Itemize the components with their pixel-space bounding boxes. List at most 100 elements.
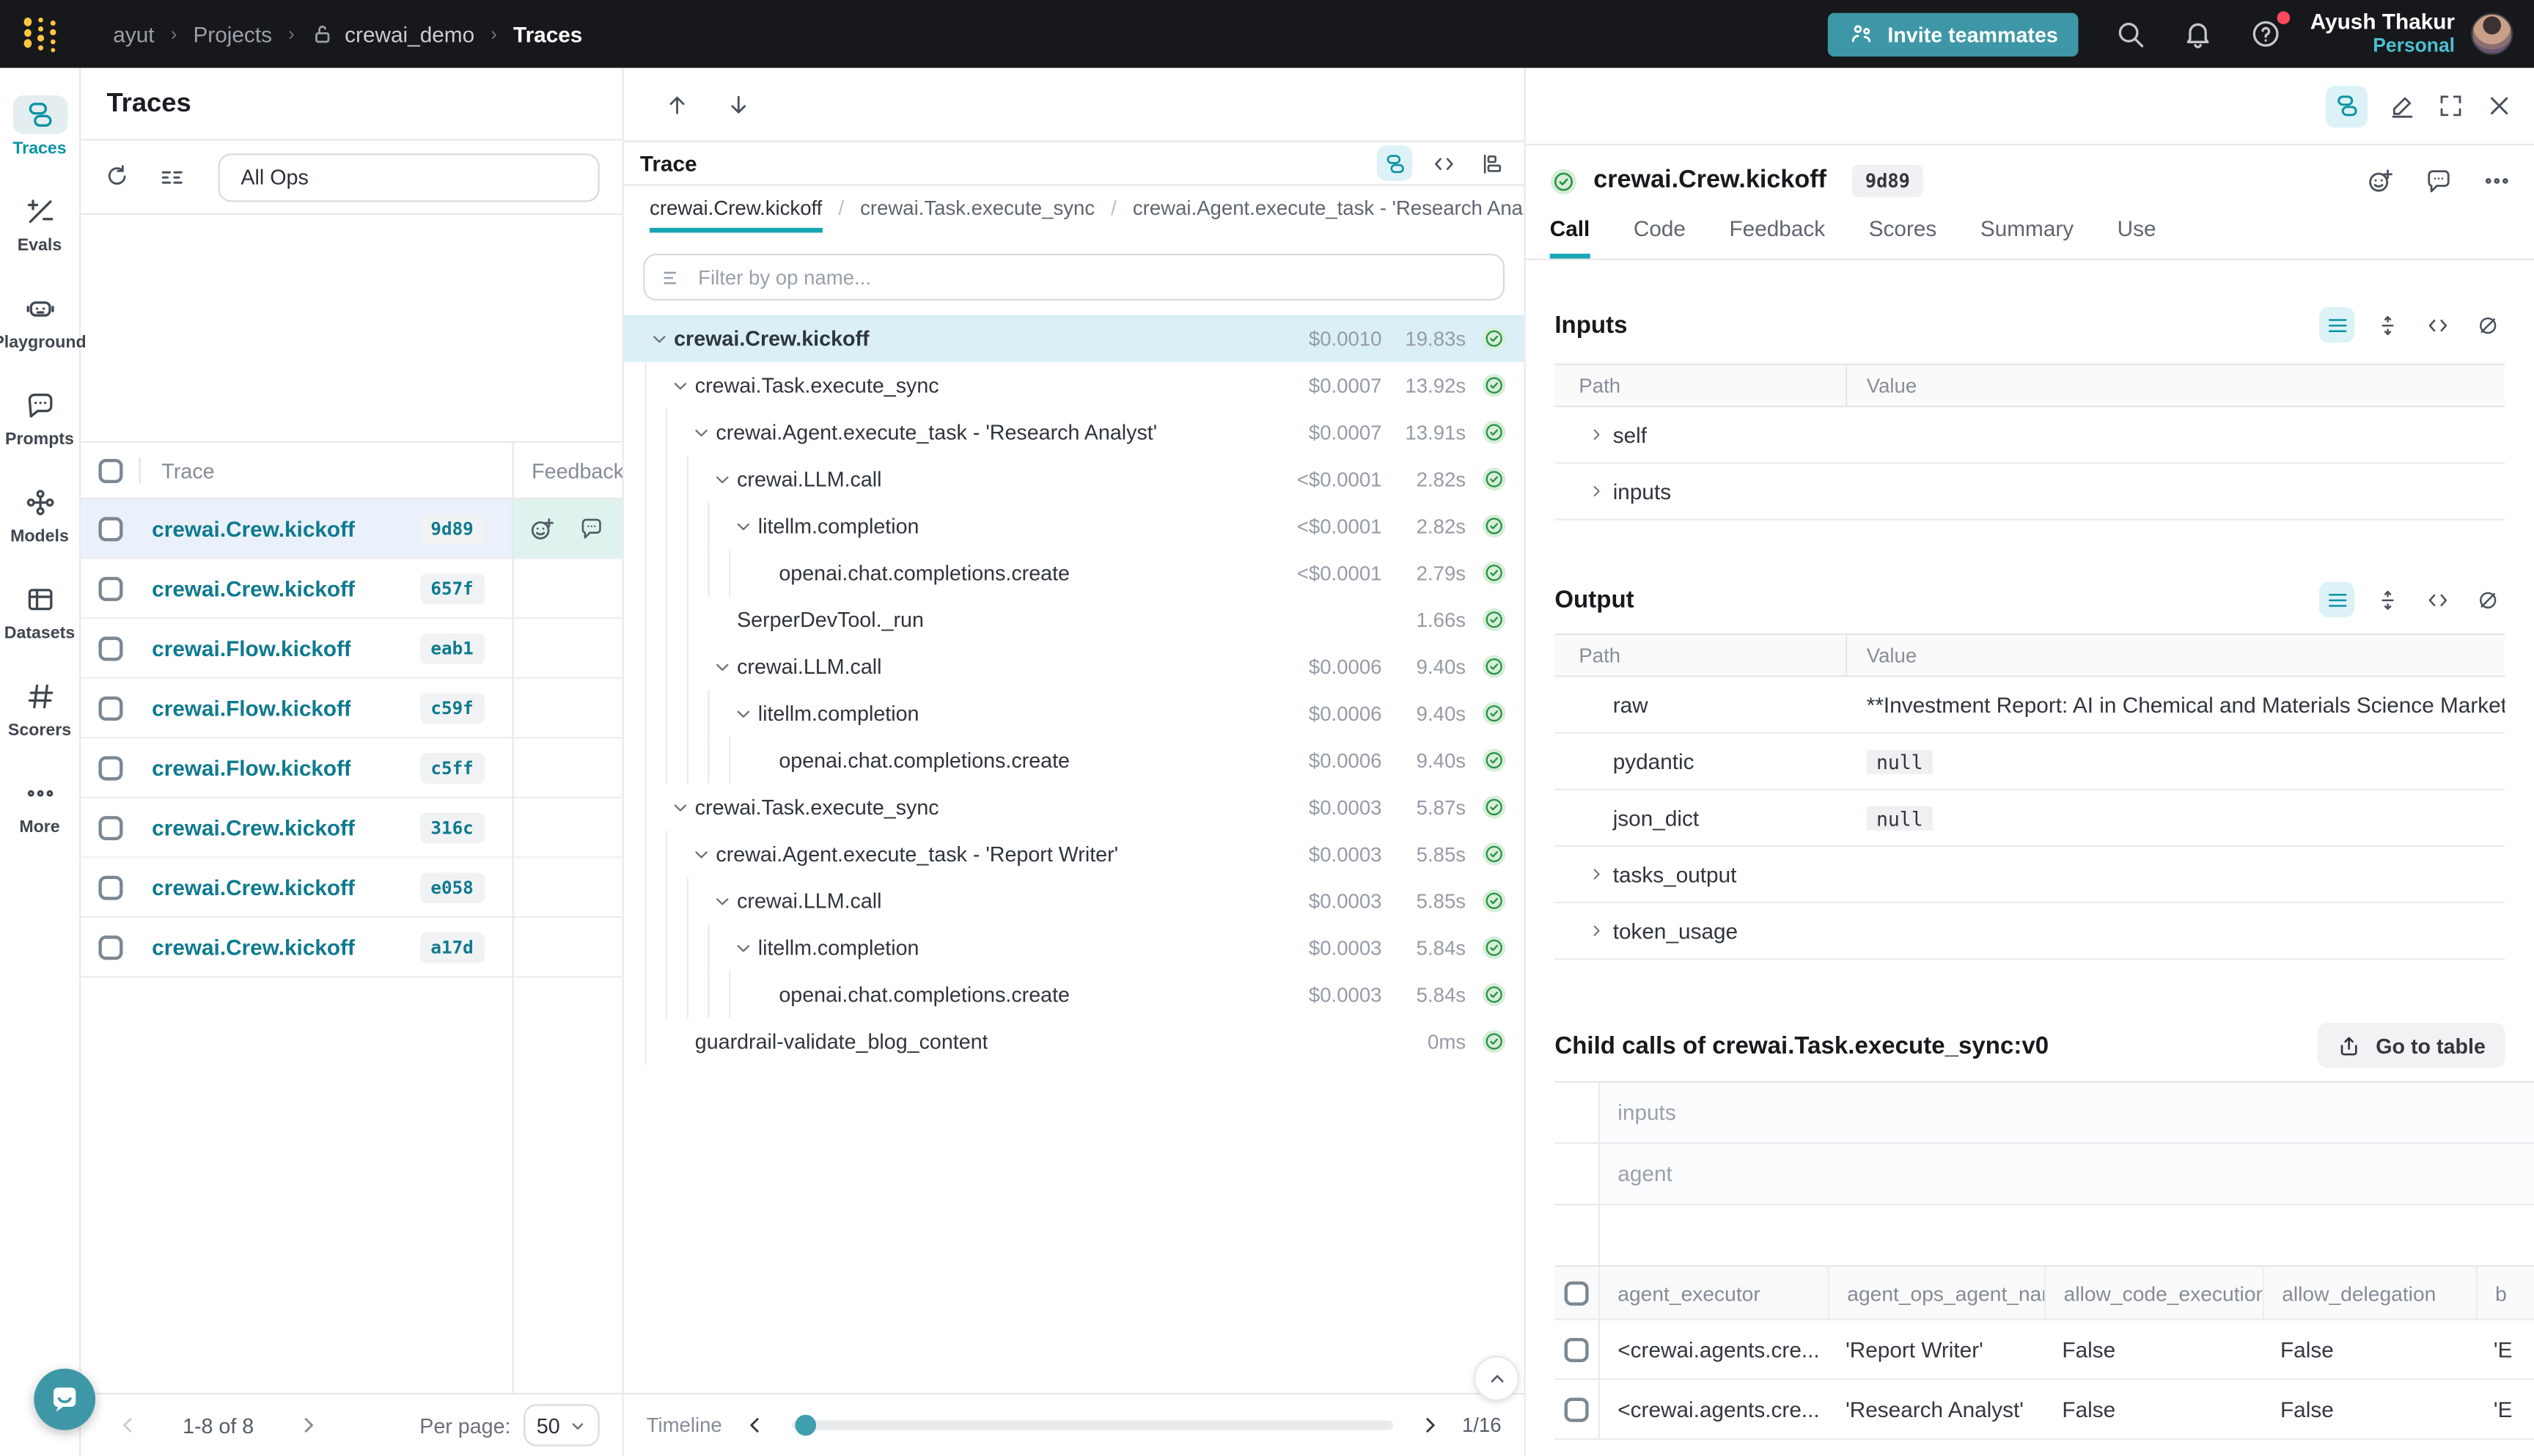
trace-op-name[interactable]: crewai.Flow.kickoff — [152, 755, 351, 779]
chevron-right-icon[interactable] — [1579, 921, 1612, 940]
call-tree-row[interactable]: crewai.Crew.kickoff$0.001019.83s — [624, 315, 1524, 362]
trace-row[interactable]: crewai.Crew.kickoffa17d — [81, 918, 622, 978]
call-tree-row[interactable]: crewai.LLM.call$0.00069.40s — [624, 643, 1524, 690]
kv-row[interactable]: inputs — [1554, 464, 2505, 521]
call-tree-row[interactable]: crewai.Agent.execute_task - 'Research An… — [624, 409, 1524, 456]
breadcrumb-entity[interactable]: ayut — [113, 22, 154, 46]
trace-row[interactable]: crewai.Crew.kickoff316c — [81, 798, 622, 858]
row-checkbox[interactable] — [98, 815, 122, 839]
column-header-agent_ops_agent_nan[interactable]: agent_ops_agent_nan — [1828, 1267, 2044, 1319]
collapse-timeline-button[interactable] — [1474, 1356, 1519, 1401]
help-icon[interactable] — [2250, 18, 2283, 50]
column-header-allow_delegation[interactable]: allow_delegation — [2263, 1267, 2476, 1319]
call-tree-row[interactable]: litellm.completion<$0.00012.82s — [624, 502, 1524, 549]
hide-values-button[interactable] — [2469, 307, 2505, 342]
kv-row[interactable]: token_usage — [1554, 903, 2505, 960]
chevron-down-icon[interactable] — [708, 655, 737, 678]
trace-op-name[interactable]: crewai.Crew.kickoff — [152, 576, 355, 600]
op-name-filter-input[interactable] — [698, 266, 1487, 289]
close-icon[interactable] — [2486, 92, 2513, 120]
sidebar-item-datasets[interactable]: Datasets — [0, 580, 79, 677]
call-tree-row[interactable]: SerperDevTool._run1.66s — [624, 596, 1524, 643]
child-call-row[interactable]: <crewai.agents.cre...'Research Analyst'F… — [1554, 1380, 2534, 1440]
sidebar-item-playground[interactable]: Playground — [0, 290, 79, 386]
flame-graph-icon[interactable] — [1474, 145, 1509, 180]
comment-icon[interactable] — [2424, 166, 2453, 196]
call-tree-row[interactable]: crewai.LLM.call$0.00035.85s — [624, 878, 1524, 924]
chevron-down-icon[interactable] — [729, 702, 758, 725]
kv-row[interactable]: tasks_output — [1554, 847, 2505, 903]
trace-column-header[interactable]: Trace — [161, 458, 214, 482]
sidebar-item-scorers[interactable]: Scorers — [0, 677, 79, 774]
kv-row[interactable]: json_dictnull — [1554, 790, 2505, 847]
call-id-badge[interactable]: 9d89 — [1852, 165, 1922, 197]
trace-path-tab[interactable]: crewai.Crew.kickoff — [650, 197, 822, 232]
trace-view-icon[interactable] — [2326, 85, 2368, 127]
trace-path-tab[interactable]: crewai.Agent.execute_task - 'Research An… — [1133, 197, 1524, 228]
support-chat-button[interactable] — [34, 1369, 95, 1430]
go-to-table-button[interactable]: Go to table — [2318, 1023, 2505, 1068]
more-options-icon[interactable] — [2482, 166, 2511, 196]
tab-code[interactable]: Code — [1634, 216, 1686, 258]
trace-op-name[interactable]: crewai.Flow.kickoff — [152, 636, 351, 660]
chevron-down-icon[interactable] — [708, 468, 737, 490]
chevron-down-icon[interactable] — [729, 936, 758, 959]
edit-pencil-icon[interactable] — [2389, 92, 2416, 120]
select-all-checkbox[interactable] — [1565, 1281, 1589, 1305]
trace-op-name[interactable]: crewai.Flow.kickoff — [152, 696, 351, 720]
column-header-allow_code_execution[interactable]: allow_code_execution — [2044, 1267, 2263, 1319]
call-tree-row[interactable]: litellm.completion$0.00069.40s — [624, 690, 1524, 737]
timeline-slider[interactable] — [792, 1420, 1393, 1430]
trace-op-name[interactable]: crewai.Crew.kickoff — [152, 815, 355, 839]
add-reaction-icon[interactable] — [2366, 166, 2395, 196]
call-tree-row[interactable]: crewai.Agent.execute_task - 'Report Writ… — [624, 831, 1524, 878]
kv-row[interactable]: raw**Investment Report: AI in Chemical a… — [1554, 677, 2505, 734]
refresh-icon[interactable] — [103, 163, 131, 191]
tab-feedback[interactable]: Feedback — [1729, 216, 1825, 258]
add-reaction-icon[interactable] — [529, 515, 556, 542]
child-call-row[interactable]: <crewai.agents.cre...'Report Writer'Fals… — [1554, 1320, 2534, 1380]
trace-row[interactable]: crewai.Crew.kickoff9d89 — [81, 499, 622, 559]
sidebar-item-traces[interactable]: Traces — [0, 95, 79, 192]
page-next-icon[interactable] — [298, 1414, 320, 1437]
tab-use[interactable]: Use — [2118, 216, 2156, 258]
search-icon[interactable] — [2115, 18, 2147, 50]
expand-rows-button[interactable] — [2369, 307, 2404, 342]
chevron-down-icon[interactable] — [687, 842, 716, 865]
column-header-b[interactable]: b — [2476, 1267, 2534, 1319]
user-menu[interactable]: Ayush Thakur Personal — [2310, 10, 2455, 58]
code-view-icon[interactable] — [1425, 145, 1461, 180]
sidebar-item-more[interactable]: More — [0, 774, 79, 871]
arrow-down-icon[interactable] — [726, 92, 752, 117]
row-checkbox[interactable] — [98, 636, 122, 660]
hide-values-button[interactable] — [2469, 581, 2505, 617]
sidebar-item-evals[interactable]: Evals — [0, 192, 79, 289]
call-tree-row[interactable]: crewai.LLM.call<$0.00012.82s — [624, 456, 1524, 503]
sidebar-item-prompts[interactable]: Prompts — [0, 386, 79, 483]
chevron-right-icon[interactable] — [1579, 425, 1612, 444]
timeline-prev-icon[interactable] — [743, 1414, 765, 1437]
chevron-down-icon[interactable] — [708, 889, 737, 912]
call-tree-row[interactable]: openai.chat.completions.create$0.00035.8… — [624, 971, 1524, 1018]
list-view-button[interactable] — [2319, 581, 2354, 617]
row-checkbox[interactable] — [98, 875, 122, 900]
sidebar-item-models[interactable]: Models — [0, 483, 79, 580]
op-filter-select[interactable]: All Ops — [218, 152, 600, 201]
chevron-right-icon[interactable] — [1579, 864, 1612, 883]
fullscreen-icon[interactable] — [2437, 92, 2464, 120]
row-checkbox[interactable] — [98, 516, 122, 540]
comment-icon[interactable] — [579, 515, 604, 541]
wandb-logo-icon[interactable] — [21, 15, 63, 54]
trace-op-name[interactable]: crewai.Crew.kickoff — [152, 935, 355, 959]
chevron-down-icon[interactable] — [666, 796, 695, 819]
breadcrumb-project[interactable]: crewai_demo — [345, 22, 474, 46]
chevron-right-icon[interactable] — [1579, 482, 1612, 501]
chevron-down-icon[interactable] — [729, 515, 758, 537]
expand-rows-button[interactable] — [2369, 581, 2404, 617]
tab-call[interactable]: Call — [1550, 216, 1590, 258]
call-tree-row[interactable]: crewai.Task.execute_sync$0.00035.87s — [624, 784, 1524, 831]
timeline-next-icon[interactable] — [1418, 1414, 1441, 1437]
invite-teammates-button[interactable]: Invite teammates — [1828, 12, 2079, 56]
notifications-bell-icon[interactable] — [2183, 18, 2215, 50]
per-page-select[interactable]: 50 — [524, 1404, 600, 1446]
